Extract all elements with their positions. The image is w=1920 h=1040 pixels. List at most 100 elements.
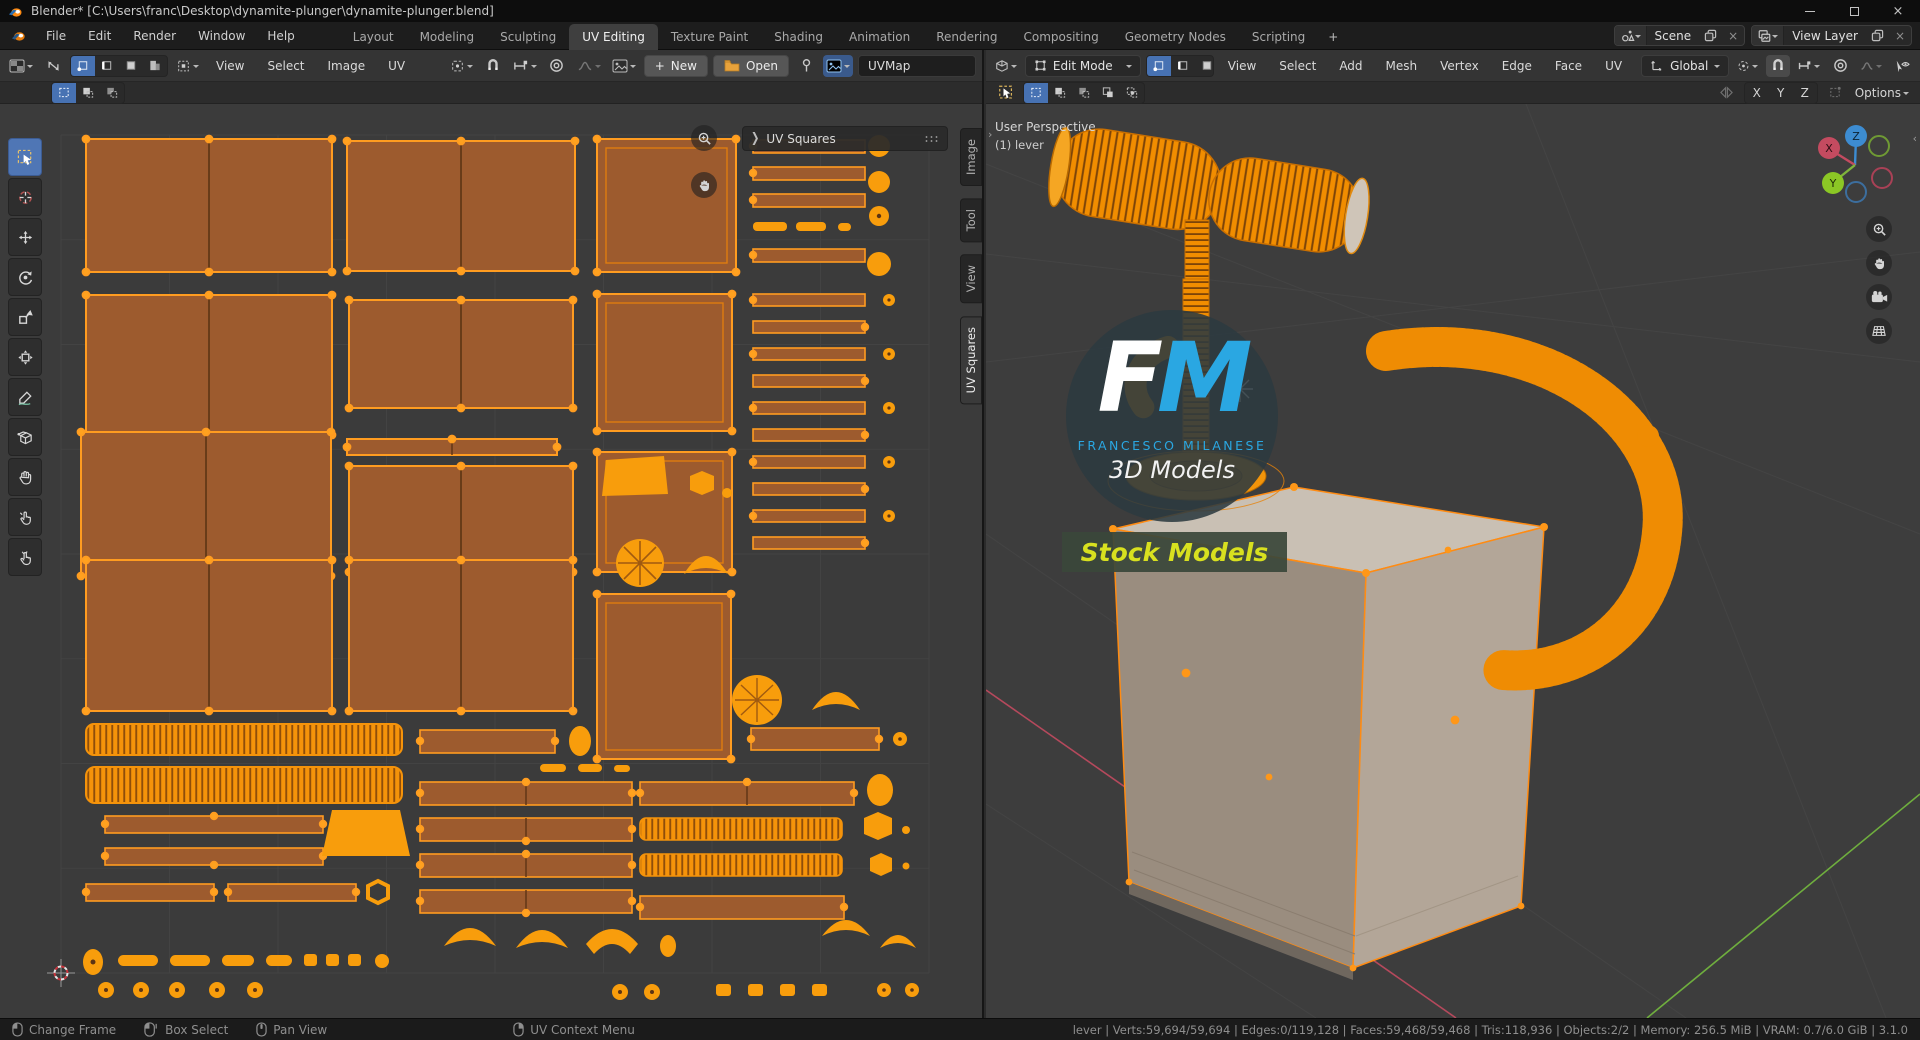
- uv-squares-panel-header[interactable]: ❯ UV Squares: [742, 126, 948, 151]
- image-new-button[interactable]: + New: [643, 54, 708, 77]
- uv-menu-select[interactable]: Select: [258, 54, 313, 78]
- select-extend[interactable]: [1048, 83, 1072, 103]
- tool-grab[interactable]: [8, 458, 42, 496]
- uv-pan-button[interactable]: [691, 172, 717, 198]
- gizmo-y-label[interactable]: Y: [1829, 177, 1837, 190]
- uv-snap-mode-button[interactable]: [510, 55, 540, 77]
- uv-proportional-edit-toggle[interactable]: [545, 55, 569, 77]
- viewport-zoom-button[interactable]: [1866, 216, 1892, 242]
- toolbar-expand-icon[interactable]: ›: [988, 128, 992, 141]
- proportional-falloff-button[interactable]: [1857, 55, 1885, 77]
- add-workspace-button[interactable]: +: [1318, 24, 1348, 50]
- tab-compositing[interactable]: Compositing: [1010, 24, 1111, 50]
- viewport-ortho-toggle-button[interactable]: [1866, 318, 1892, 344]
- scene-selector[interactable]: Scene ×: [1613, 25, 1746, 46]
- close-button[interactable]: ×: [1876, 0, 1920, 22]
- uv-select-mode-face[interactable]: [119, 56, 143, 76]
- viewport-camera-button[interactable]: [1866, 284, 1892, 310]
- select-new[interactable]: [1024, 82, 1048, 103]
- mode-selector[interactable]: Edit Mode: [1024, 54, 1142, 77]
- menu-help[interactable]: Help: [256, 22, 305, 50]
- editor-type-button[interactable]: [992, 55, 1020, 77]
- uv-select-mode-island[interactable]: [143, 56, 167, 76]
- menu-edit[interactable]: Edit: [77, 22, 122, 50]
- pivot-point-button[interactable]: [1734, 55, 1761, 77]
- uv-sync-select-button[interactable]: [41, 55, 65, 77]
- uv-box-select-new[interactable]: [52, 82, 76, 103]
- tool-relax[interactable]: [8, 498, 42, 536]
- tab-sculpting[interactable]: Sculpting: [487, 24, 569, 50]
- blender-menu-button[interactable]: [0, 28, 35, 43]
- tab-geometry-nodes[interactable]: Geometry Nodes: [1112, 24, 1239, 50]
- vp-menu-edge[interactable]: Edge: [1493, 54, 1541, 78]
- vp-menu-mesh[interactable]: Mesh: [1377, 54, 1427, 78]
- pin-button[interactable]: [794, 55, 818, 77]
- viewport-pan-button[interactable]: [1866, 250, 1892, 276]
- tool-scale[interactable]: [8, 298, 42, 336]
- tool-cursor[interactable]: [8, 178, 42, 216]
- tab-rendering[interactable]: Rendering: [923, 24, 1010, 50]
- uv-zoom-button[interactable]: [691, 125, 717, 151]
- tool-rotate[interactable]: [8, 258, 42, 296]
- snap-mode-button[interactable]: [1795, 55, 1823, 77]
- vp-menu-vertex[interactable]: Vertex: [1431, 54, 1488, 78]
- scene-unlink-icon[interactable]: ×: [1722, 29, 1744, 43]
- vp-menu-face[interactable]: Face: [1546, 54, 1591, 78]
- maximize-button[interactable]: [1832, 0, 1876, 22]
- uv-pivot-button[interactable]: [447, 55, 476, 77]
- tab-modeling[interactable]: Modeling: [407, 24, 488, 50]
- sidebar-tab-image[interactable]: Image: [960, 128, 982, 187]
- uv-sticky-select-button[interactable]: [173, 55, 202, 77]
- image-open-button[interactable]: Open: [712, 54, 789, 77]
- mirror-x-toggle[interactable]: X: [1745, 83, 1769, 103]
- select-mode-face[interactable]: [1195, 56, 1214, 76]
- tab-layout[interactable]: Layout: [340, 24, 407, 50]
- sidebar-expand-icon[interactable]: ‹: [1913, 132, 1917, 145]
- editor-type-button[interactable]: [6, 55, 36, 77]
- proportional-edit-toggle[interactable]: [1828, 55, 1852, 77]
- gizmo-x-label[interactable]: X: [1825, 142, 1833, 155]
- show-gizmo-button[interactable]: [1890, 55, 1914, 77]
- tool-rip-region[interactable]: [8, 418, 42, 456]
- menu-window[interactable]: Window: [187, 22, 256, 50]
- uv-select-mode-edge[interactable]: [95, 56, 119, 76]
- sidebar-tab-tool[interactable]: Tool: [960, 198, 982, 243]
- mirror-icon-button[interactable]: [1715, 82, 1739, 104]
- sidebar-tab-uv-squares[interactable]: UV Squares: [960, 315, 982, 405]
- uv-menu-view[interactable]: View: [207, 54, 253, 78]
- uv-box-select-subtract[interactable]: [100, 83, 124, 103]
- tool-pinch[interactable]: [8, 538, 42, 576]
- select-mode-edge[interactable]: [1171, 56, 1195, 76]
- vp-menu-view[interactable]: View: [1219, 54, 1265, 78]
- select-difference[interactable]: [1096, 83, 1120, 103]
- panel-expand-icon[interactable]: ❯: [751, 131, 759, 145]
- select-mode-vertex[interactable]: [1147, 55, 1172, 76]
- tool-annotate[interactable]: [8, 378, 42, 416]
- tab-scripting[interactable]: Scripting: [1239, 24, 1318, 50]
- active-tool-tweak[interactable]: [994, 82, 1018, 104]
- image-browse-button[interactable]: [609, 55, 639, 77]
- vp-menu-add[interactable]: Add: [1330, 54, 1371, 78]
- tool-transform[interactable]: [8, 338, 42, 376]
- uv-menu-image[interactable]: Image: [319, 54, 375, 78]
- scene-copy-button[interactable]: [1699, 26, 1722, 45]
- select-subtract[interactable]: [1072, 83, 1096, 103]
- navigation-gizmo[interactable]: Z X Y: [1812, 122, 1898, 208]
- select-intersect[interactable]: [1120, 83, 1144, 103]
- transform-orientation-selector[interactable]: Global: [1641, 54, 1730, 77]
- uv-snap-toggle[interactable]: [481, 55, 505, 77]
- mirror-z-toggle[interactable]: Z: [1793, 83, 1817, 103]
- uv-canvas[interactable]: [0, 104, 982, 1018]
- uv-canvas-body[interactable]: ❯ UV Squares Image Tool View UV Squares: [0, 104, 982, 1018]
- scene-browse-button[interactable]: [1614, 26, 1647, 45]
- viewport-canvas-body[interactable]: User Perspective (1) lever › ‹ FM FRANCE…: [986, 104, 1920, 1018]
- tab-shading[interactable]: Shading: [761, 24, 836, 50]
- tab-texture-paint[interactable]: Texture Paint: [658, 24, 761, 50]
- snap-toggle[interactable]: [1766, 54, 1791, 77]
- gizmo-z-label[interactable]: Z: [1852, 130, 1860, 143]
- options-dropdown[interactable]: Options: [1852, 82, 1912, 104]
- menu-render[interactable]: Render: [122, 22, 187, 50]
- view-layer-copy-button[interactable]: [1866, 26, 1889, 45]
- uv-box-select-extend[interactable]: [76, 83, 100, 103]
- menu-file[interactable]: File: [35, 22, 77, 50]
